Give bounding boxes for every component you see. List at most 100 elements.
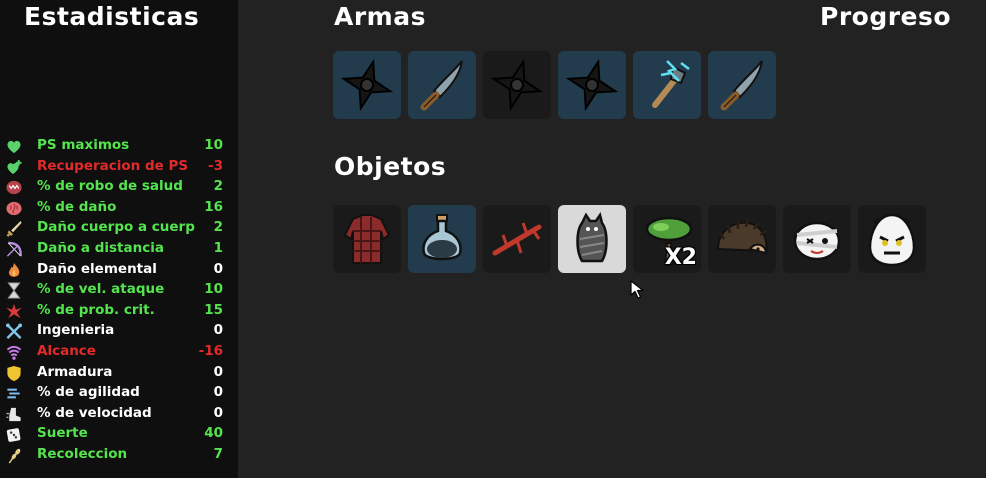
stat-row[interactable]: % de velocidad 0 <box>0 404 238 425</box>
stat-row[interactable]: % de prob. crit. 15 <box>0 301 238 322</box>
item-slot[interactable] <box>483 205 551 273</box>
wheat-icon <box>8 448 21 464</box>
weapons-row <box>333 51 776 119</box>
stat-row[interactable]: Daño cuerpo a cuerp 2 <box>0 218 238 239</box>
weapon-slot[interactable] <box>408 51 476 119</box>
stat-label: PS maximos <box>37 137 130 153</box>
stat-value: 0 <box>213 404 223 421</box>
stat-value: 0 <box>213 363 223 380</box>
stat-value: 1 <box>213 239 223 256</box>
hedgehog-icon <box>716 218 768 255</box>
stat-label: % de agilidad <box>37 384 140 401</box>
stat-row[interactable]: Suerte 40 <box>0 424 238 445</box>
knife-icon <box>720 60 763 111</box>
stat-row[interactable]: Recoleccion 7 <box>0 445 238 466</box>
stat-row[interactable]: % de robo de salud 2 <box>0 177 238 198</box>
weapons-title: Armas <box>334 2 426 31</box>
stat-value: 10 <box>204 137 223 153</box>
wrench-cross-icon <box>5 323 23 340</box>
stat-row[interactable]: Recuperacion de PS -3 <box>0 157 238 178</box>
stat-value: 0 <box>213 322 223 339</box>
weapon-slot[interactable] <box>483 51 551 119</box>
stats-panel: Estadisticas PS maximos 10 Recuperacion de… <box>0 0 238 478</box>
angry-egg-icon <box>868 213 916 267</box>
stat-label: Daño elemental <box>37 260 157 277</box>
item-slot[interactable] <box>333 205 401 273</box>
crit-burst-icon <box>6 303 22 318</box>
shuriken-icon <box>340 58 394 112</box>
stat-label: % de prob. crit. <box>37 301 155 318</box>
stats-panel-title: Estadisticas <box>24 2 200 31</box>
stat-value: 40 <box>204 425 223 442</box>
stat-row[interactable]: Armadura 0 <box>0 363 238 384</box>
stats-list: PS maximos 10 Recuperacion de PS -3% de rob… <box>0 136 238 466</box>
boot-speed-icon <box>6 407 21 421</box>
shuriken-icon <box>490 58 544 112</box>
stat-label: Daño a distancia <box>37 239 164 256</box>
stat-value: 2 <box>213 219 223 236</box>
stat-label: Recuperacion de PS <box>37 157 189 174</box>
stat-value: 16 <box>204 198 223 215</box>
stat-value: 0 <box>213 384 223 401</box>
mouse-cursor-icon <box>630 280 644 299</box>
stat-label: Alcance <box>37 342 96 359</box>
stat-row[interactable]: % de vel. ataque 10 <box>0 280 238 301</box>
stat-row[interactable]: Ingenieria 0 <box>0 321 238 342</box>
bandaged-creature-icon <box>793 221 841 261</box>
potion-flask-icon <box>422 214 462 261</box>
hourglass-icon <box>7 282 21 299</box>
heart-icon <box>7 140 21 154</box>
stat-row[interactable]: % de agilidad 0 <box>0 383 238 404</box>
knife-icon <box>420 60 463 111</box>
stat-label: Suerte <box>37 425 88 442</box>
stat-label: Armadura <box>37 363 113 380</box>
stat-row[interactable]: PS maximos 10 <box>0 136 238 157</box>
item-slot[interactable] <box>708 205 776 273</box>
stat-label: Recoleccion <box>37 445 128 462</box>
shuriken-icon <box>565 58 619 112</box>
item-slot[interactable] <box>783 205 851 273</box>
item-slot[interactable] <box>858 205 926 273</box>
items-title: Objetos <box>334 152 447 181</box>
plaid-shirt-icon <box>343 214 391 264</box>
stat-value: 2 <box>213 178 223 195</box>
items-row: X2 <box>333 205 926 273</box>
item-count-badge: X2 <box>664 245 697 270</box>
stat-row[interactable]: Daño elemental 0 <box>0 260 238 281</box>
lifesteal-mouth-icon <box>6 181 22 195</box>
stat-label: % de daño <box>37 198 117 215</box>
lightning-wrench-icon <box>652 60 690 108</box>
stat-label: Daño cuerpo a cuerp <box>37 219 195 236</box>
dodge-wind-icon <box>7 388 20 399</box>
stat-value: -3 <box>208 157 223 174</box>
stat-value: 0 <box>213 260 223 277</box>
stat-row[interactable]: Alcance -16 <box>0 342 238 363</box>
stat-label: Ingenieria <box>37 322 115 339</box>
progress-tab[interactable]: Progreso <box>820 2 951 31</box>
stat-label: % de vel. ataque <box>37 281 165 298</box>
bow-icon <box>6 241 22 257</box>
item-slot[interactable]: X2 <box>633 205 701 273</box>
stat-value: 7 <box>213 445 223 462</box>
weapon-slot[interactable] <box>633 51 701 119</box>
range-wave-icon <box>6 345 22 360</box>
stat-row[interactable]: Daño a distancia 1 <box>0 239 238 260</box>
stat-value: 10 <box>204 281 223 298</box>
weapon-slot[interactable] <box>708 51 776 119</box>
heart-regen-icon <box>7 159 22 174</box>
item-slot[interactable] <box>408 205 476 273</box>
item-slot[interactable] <box>558 205 626 273</box>
bat-mummy-icon <box>576 211 608 263</box>
shield-icon <box>7 365 21 381</box>
sword-icon <box>6 221 22 238</box>
stat-label: % de velocidad <box>37 404 152 421</box>
dice-icon <box>6 428 21 443</box>
stat-value: -16 <box>198 342 223 359</box>
weapon-slot[interactable] <box>558 51 626 119</box>
stat-label: % de robo de salud <box>37 178 183 195</box>
stat-value: 15 <box>204 301 223 318</box>
weapon-slot[interactable] <box>333 51 401 119</box>
thorny-branch-icon <box>492 222 542 256</box>
brain-damage-icon <box>6 201 22 215</box>
stat-row[interactable]: % de daño 16 <box>0 198 238 219</box>
